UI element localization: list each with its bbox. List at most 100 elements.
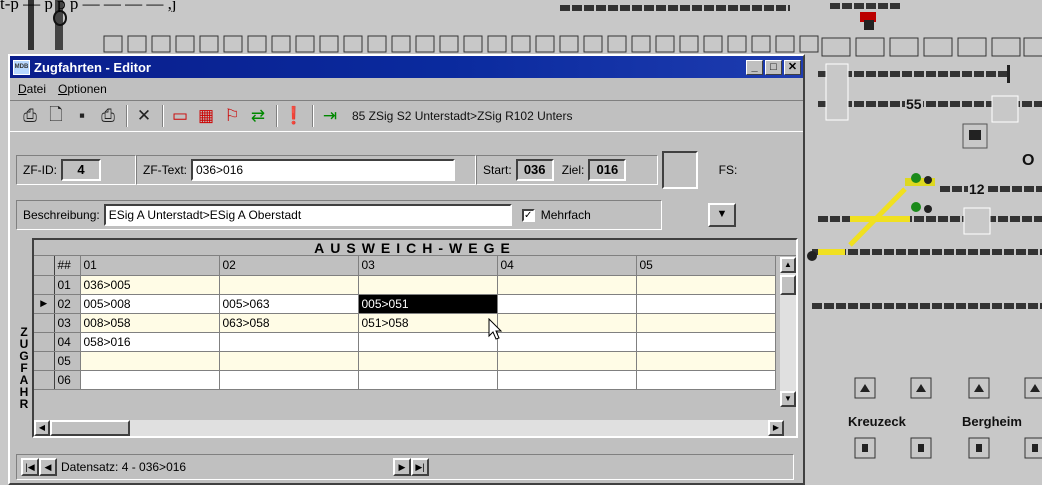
record-text: Datensatz: 4 - 036>016 [61, 460, 187, 474]
next-record-icon[interactable]: ▶ [393, 458, 411, 476]
delete-icon[interactable]: ✕ [132, 104, 156, 128]
table-row[interactable]: ▶ 02 005>008 005>063 005>051 [34, 294, 776, 314]
zf-text-group: ZF-Text: 036>016 [136, 155, 476, 185]
table-row[interactable]: 01 036>005 [34, 275, 776, 295]
table-cell[interactable]: 058>016 [80, 332, 220, 352]
mouse-cursor-icon [488, 318, 503, 340]
signal-icon[interactable]: ⚐ [220, 104, 244, 128]
table-cell[interactable] [636, 294, 776, 314]
row-indicator [34, 351, 55, 371]
window-icon[interactable]: ▭ [168, 104, 192, 128]
scroll-left-icon[interactable]: ◀ [34, 420, 50, 436]
table-cell[interactable] [636, 351, 776, 371]
scroll-up-icon[interactable]: ▲ [780, 257, 796, 273]
table-cell[interactable] [497, 351, 637, 371]
row-indicator [34, 275, 55, 295]
grid-header-row: ## 01 02 03 04 05 [34, 256, 776, 276]
table-cell[interactable] [358, 275, 498, 295]
menu-bar: Datei Optionen [10, 78, 803, 100]
first-record-icon[interactable]: |◀ [21, 458, 39, 476]
route-icon[interactable]: ⇄ [246, 104, 270, 128]
table-row[interactable]: 05 [34, 351, 776, 371]
maximize-button[interactable]: □ [765, 59, 782, 75]
new-document-icon[interactable]: 🗋 [44, 104, 68, 128]
table-cell[interactable] [636, 370, 776, 390]
table-cell[interactable]: 036>005 [80, 275, 220, 295]
column-header[interactable]: ## [54, 256, 81, 276]
table-cell[interactable] [636, 313, 776, 333]
horizontal-scrollbar[interactable]: ◀ ▶ [34, 420, 784, 436]
table-cell[interactable]: 005>008 [80, 294, 220, 314]
table-cell[interactable] [358, 370, 498, 390]
table-cell[interactable] [497, 294, 637, 314]
table-cell[interactable] [497, 275, 637, 295]
print-icon[interactable]: ⎙ [96, 104, 120, 128]
table-cell[interactable] [497, 332, 637, 352]
table-cell[interactable] [358, 351, 498, 371]
row-number: 02 [54, 294, 81, 314]
save-icon[interactable]: ▪ [70, 104, 94, 128]
table-cell[interactable]: 005>063 [219, 294, 359, 314]
row-number: 04 [54, 332, 81, 352]
table-row[interactable]: 04 058>016 [34, 332, 776, 352]
table-cell[interactable] [80, 370, 220, 390]
row-number: 06 [54, 370, 81, 390]
station-bergheim[interactable]: Bergheim [962, 414, 1022, 429]
id-row: ZF-ID: 4 ZF-Text: 036>016 Start: 036 Zie… [16, 151, 750, 189]
mehrfach-checkbox[interactable]: ✓ [521, 208, 535, 222]
row-indicator [34, 313, 55, 333]
scroll-thumb[interactable] [50, 420, 130, 436]
previous-record-icon[interactable]: ◀ [39, 458, 57, 476]
toolbar-separator [312, 105, 314, 127]
scroll-right-icon[interactable]: ▶ [768, 420, 784, 436]
menu-datei[interactable]: Datei [18, 82, 46, 96]
scroll-down-icon[interactable]: ▼ [780, 391, 796, 407]
fs-display [662, 151, 698, 189]
table-cell[interactable] [497, 313, 637, 333]
column-header[interactable]: 05 [636, 256, 776, 276]
table-cell[interactable]: 008>058 [80, 313, 220, 333]
table-cell[interactable] [219, 351, 359, 371]
scroll-track[interactable] [130, 420, 768, 436]
table-cell[interactable] [219, 332, 359, 352]
last-record-icon[interactable]: ▶| [411, 458, 429, 476]
vertical-scrollbar[interactable]: ▲ ▼ [780, 257, 796, 407]
table-row[interactable]: 03 008>058 063>058 051>058 [34, 313, 776, 333]
column-header[interactable]: 03 [358, 256, 498, 276]
start-field: 036 [515, 159, 554, 181]
minimize-button[interactable]: _ [746, 59, 763, 75]
table-cell[interactable] [219, 275, 359, 295]
table-cell[interactable] [358, 332, 498, 352]
column-header[interactable]: 01 [80, 256, 220, 276]
fs-dropdown-button[interactable]: ▼ [708, 203, 736, 227]
row-indicator [34, 370, 55, 390]
table-cell[interactable] [636, 332, 776, 352]
table-row[interactable]: 06 [34, 370, 776, 390]
row-number: 01 [54, 275, 81, 295]
zugfahrt-vertical-label: ZUGFAHR [18, 326, 30, 410]
table-cell[interactable] [80, 351, 220, 371]
table-cell[interactable] [636, 275, 776, 295]
column-header[interactable]: 02 [219, 256, 359, 276]
table-cell[interactable] [497, 370, 637, 390]
description-row: Beschreibung: ESig A Unterstadt>ESig A O… [16, 200, 736, 230]
beschreibung-input[interactable]: ESig A Unterstadt>ESig A Oberstadt [103, 204, 512, 226]
table-cell[interactable]: 063>058 [219, 313, 359, 333]
vertical-label-text: ZUGFAHR [19, 325, 29, 411]
menu-optionen[interactable]: Optionen [58, 82, 107, 96]
editor-window: MDB Zugfahrten - Editor _ □ ✕ Datei Opti… [8, 54, 805, 485]
title-bar[interactable]: MDB Zugfahrten - Editor _ □ ✕ [10, 56, 803, 78]
fs-label: FS: [718, 163, 738, 177]
table-cell[interactable] [219, 370, 359, 390]
selected-table-cell[interactable]: 005>051 [358, 294, 498, 314]
scroll-thumb[interactable] [780, 275, 796, 295]
exit-icon[interactable]: ⇥ [318, 104, 342, 128]
table-cell[interactable]: 051>058 [358, 313, 498, 333]
grid-icon[interactable]: ▦ [194, 104, 218, 128]
column-header[interactable]: 04 [497, 256, 637, 276]
print-preview-icon[interactable]: ⎙ [18, 104, 42, 128]
close-button[interactable]: ✕ [784, 59, 801, 75]
zf-text-input[interactable]: 036>016 [191, 159, 455, 181]
alert-icon[interactable]: ❗ [282, 104, 306, 128]
station-kreuzeck[interactable]: Kreuzeck [848, 414, 906, 429]
